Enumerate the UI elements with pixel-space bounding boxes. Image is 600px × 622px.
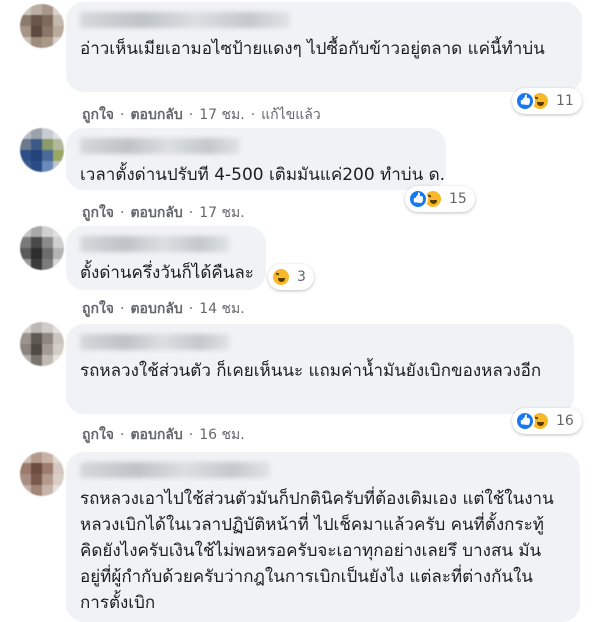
reaction-summary[interactable]: 11	[512, 88, 582, 114]
like-reaction-icon	[515, 411, 535, 431]
author-name[interactable]	[80, 462, 270, 478]
reaction-count: 16	[556, 413, 574, 429]
comment-actions: ถูกใจ · ตอบกลับ · 17 ชม. · แก้ไขแล้ว	[82, 107, 321, 123]
like-link[interactable]: ถูกใจ	[82, 205, 114, 221]
avatar[interactable]	[20, 452, 64, 496]
haha-reaction-icon	[271, 267, 291, 287]
author-name[interactable]	[80, 12, 290, 28]
reaction-summary[interactable]: 16	[512, 408, 582, 434]
comment-text: รถหลวงใช้ส่วนตัว ก็เคยเห็นนะ แถมค่าน้ำมั…	[80, 361, 542, 381]
avatar[interactable]	[20, 226, 64, 270]
avatar[interactable]	[20, 128, 64, 172]
comment-bubble: ตั้งด่านครึ่งวันก็ได้คืนละ	[66, 226, 266, 290]
comment-bubble: เวลาตั้งด่านปรับที 4-500 เติมมันแค่200 ท…	[66, 128, 446, 190]
comment-bubble: อ่าวเห็นเมียเอามอไซป้ายแดงๆ ไปซื้อกับข้า…	[66, 2, 582, 92]
edited-label: แก้ไขแล้ว	[261, 107, 321, 123]
comment-text: รถหลวงเอาไปใช้ส่วนตัวมันก็ปกตินิครับที่ต…	[80, 489, 554, 613]
reaction-count: 11	[556, 93, 574, 109]
like-link[interactable]: ถูกใจ	[82, 301, 114, 317]
comment-text: ตั้งด่านครึ่งวันก็ได้คืนละ	[80, 263, 254, 283]
reaction-summary[interactable]: 3	[268, 264, 314, 290]
like-link[interactable]: ถูกใจ	[82, 107, 114, 123]
reply-link[interactable]: ตอบกลับ	[130, 205, 182, 221]
avatar[interactable]	[20, 4, 64, 48]
reaction-count: 15	[449, 191, 467, 207]
like-reaction-icon	[408, 189, 428, 209]
comment-actions: ถูกใจ · ตอบกลับ · 14 ชม.	[82, 301, 245, 317]
comment-actions: ถูกใจ · ตอบกลับ · 16 ชม.	[82, 427, 245, 443]
comment-bubble: รถหลวงเอาไปใช้ส่วนตัวมันก็ปกตินิครับที่ต…	[66, 452, 580, 622]
comment-text: เวลาตั้งด่านปรับที 4-500 เติมมันแค่200 ท…	[80, 165, 446, 185]
timestamp[interactable]: 14 ชม.	[199, 301, 244, 317]
reply-link[interactable]: ตอบกลับ	[130, 427, 182, 443]
reaction-summary[interactable]: 15	[405, 186, 475, 212]
timestamp[interactable]: 17 ชม.	[199, 205, 244, 221]
comment-bubble: รถหลวงใช้ส่วนตัว ก็เคยเห็นนะ แถมค่าน้ำมั…	[66, 324, 574, 414]
comment-text: อ่าวเห็นเมียเอามอไซป้ายแดงๆ ไปซื้อกับข้า…	[80, 39, 545, 59]
like-reaction-icon	[515, 91, 535, 111]
author-name[interactable]	[80, 236, 230, 252]
author-name[interactable]	[80, 138, 240, 154]
reply-link[interactable]: ตอบกลับ	[130, 301, 182, 317]
reply-link[interactable]: ตอบกลับ	[130, 107, 182, 123]
timestamp[interactable]: 16 ชม.	[199, 427, 244, 443]
reaction-count: 3	[297, 269, 306, 285]
avatar[interactable]	[20, 322, 64, 366]
timestamp[interactable]: 17 ชม.	[199, 107, 244, 123]
comment-actions: ถูกใจ · ตอบกลับ · 17 ชม.	[82, 205, 245, 221]
author-name[interactable]	[80, 334, 230, 350]
like-link[interactable]: ถูกใจ	[82, 427, 114, 443]
